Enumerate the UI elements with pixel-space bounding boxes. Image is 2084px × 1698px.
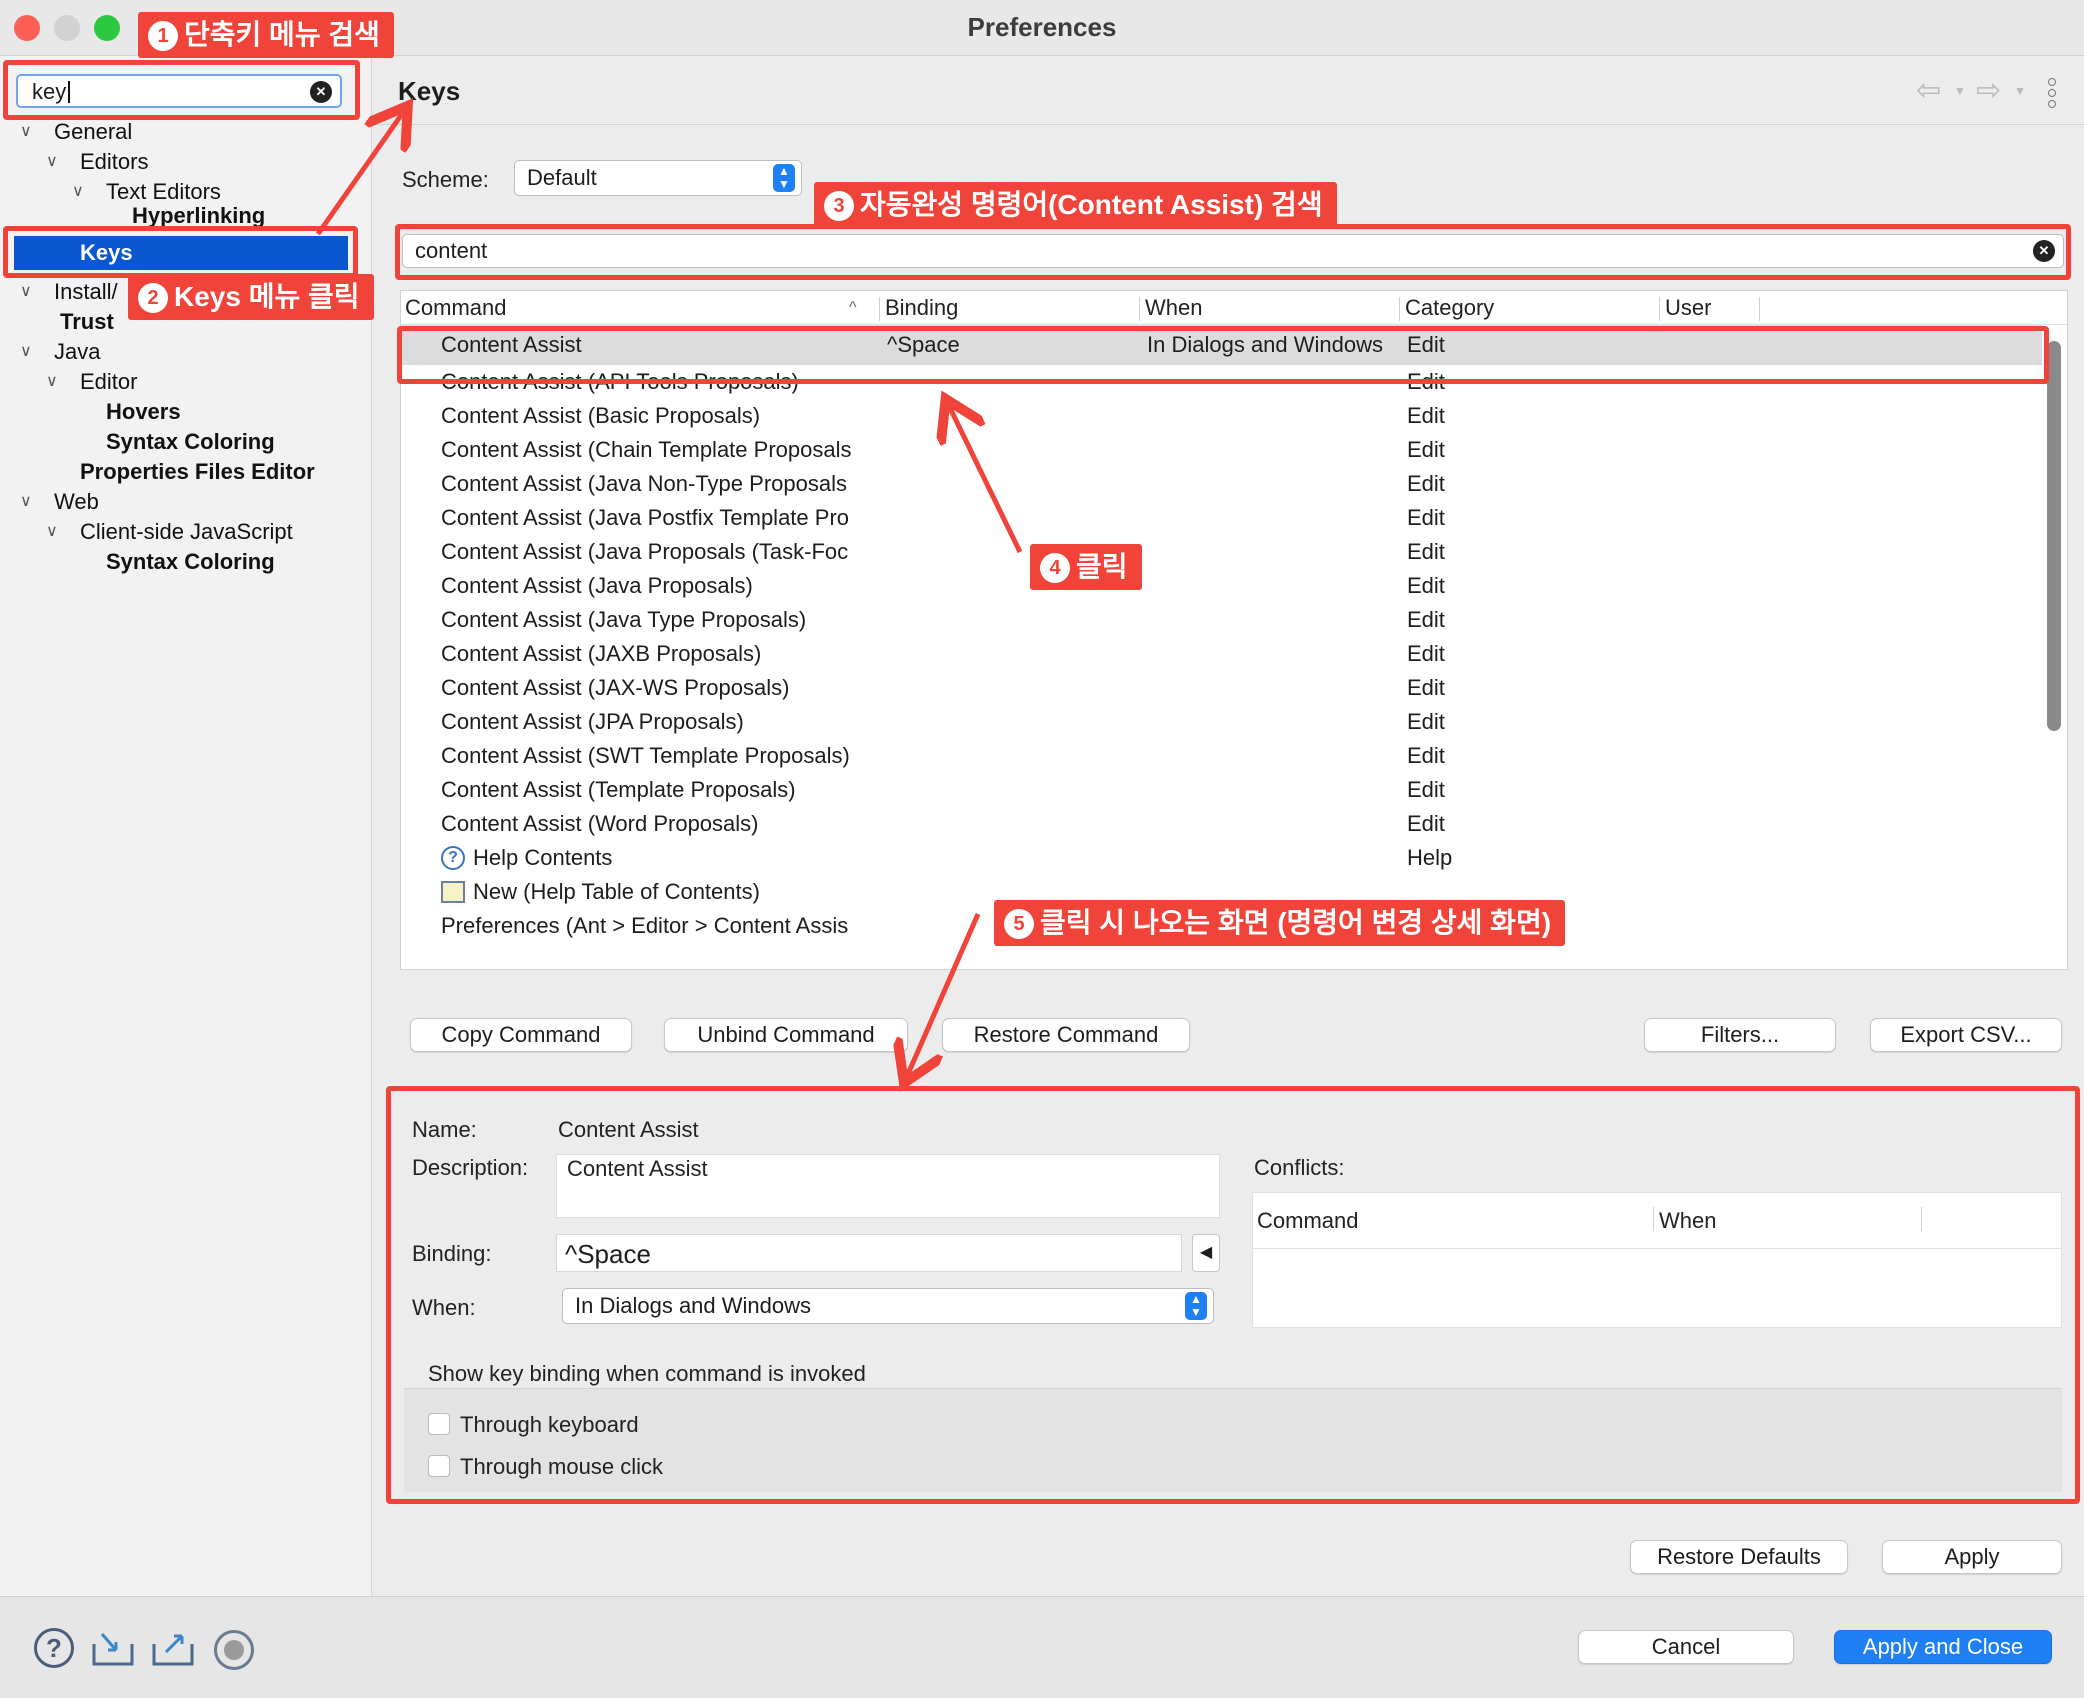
arrow-to-details	[908, 912, 981, 1074]
arrow-to-row	[950, 408, 1023, 554]
annotation-label-3: 3 자동완성 명령어(Content Assist) 검색	[814, 182, 1337, 228]
annotation-label-2: 2 Keys 메뉴 클릭	[128, 274, 374, 320]
annotation-label-1: 1 단축키 메뉴 검색	[138, 12, 394, 58]
annotation-label-5: 5 클릭 시 나오는 화면 (명령어 변경 상세 화면)	[994, 900, 1566, 946]
annotation-label-4: 4 클릭	[1030, 544, 1142, 590]
annotation-arrows	[315, 0, 1023, 1698]
arrow-to-title	[315, 114, 402, 236]
